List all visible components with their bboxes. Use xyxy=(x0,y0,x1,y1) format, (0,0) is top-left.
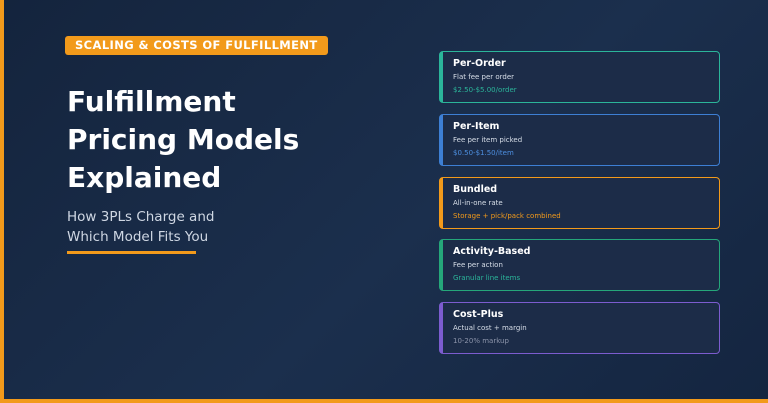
card-detail: Granular line items xyxy=(453,274,521,282)
card-description: Fee per item picked xyxy=(453,136,523,144)
title-line-3: Explained xyxy=(67,161,222,194)
card-title: Activity-Based xyxy=(453,246,531,257)
pricing-card-per-order: Per-Order Flat fee per order $2.50-$5.00… xyxy=(439,51,720,103)
pricing-card-activity-based: Activity-Based Fee per action Granular l… xyxy=(439,239,720,291)
card-description: All-in-one rate xyxy=(453,199,503,207)
pricing-card-bundled: Bundled All-in-one rate Storage + pick/p… xyxy=(439,177,720,229)
card-title: Per-Order xyxy=(453,58,506,69)
card-detail: Storage + pick/pack combined xyxy=(453,212,561,220)
card-title: Bundled xyxy=(453,184,498,195)
card-detail: 10-20% markup xyxy=(453,337,509,345)
card-description: Flat fee per order xyxy=(453,73,515,81)
subtitle: How 3PLs Charge and Which Model Fits You xyxy=(67,207,367,247)
title-line-1: Fulfillment xyxy=(67,85,236,118)
subtitle-line-2: Which Model Fits You xyxy=(67,229,209,245)
pricing-card-per-item: Per-Item Fee per item picked $0.50-$1.50… xyxy=(439,114,720,166)
card-description: Actual cost + margin xyxy=(453,324,527,332)
card-detail: $2.50-$5.00/order xyxy=(453,86,517,94)
title-line-2: Pricing Models xyxy=(67,123,300,156)
card-title: Per-Item xyxy=(453,121,500,132)
card-detail: $0.50-$1.50/item xyxy=(453,149,514,157)
subtitle-line-1: How 3PLs Charge and xyxy=(67,209,215,225)
page-title: Fulfillment Pricing Models Explained xyxy=(67,83,387,197)
card-description: Fee per action xyxy=(453,261,503,269)
category-badge: SCALING & COSTS OF FULFILLMENT xyxy=(65,36,328,55)
card-title: Cost-Plus xyxy=(453,309,504,320)
infographic-page: SCALING & COSTS OF FULFILLMENT Fulfillme… xyxy=(0,0,768,403)
pricing-card-cost-plus: Cost-Plus Actual cost + margin 10-20% ma… xyxy=(439,302,720,354)
accent-divider xyxy=(67,251,196,254)
